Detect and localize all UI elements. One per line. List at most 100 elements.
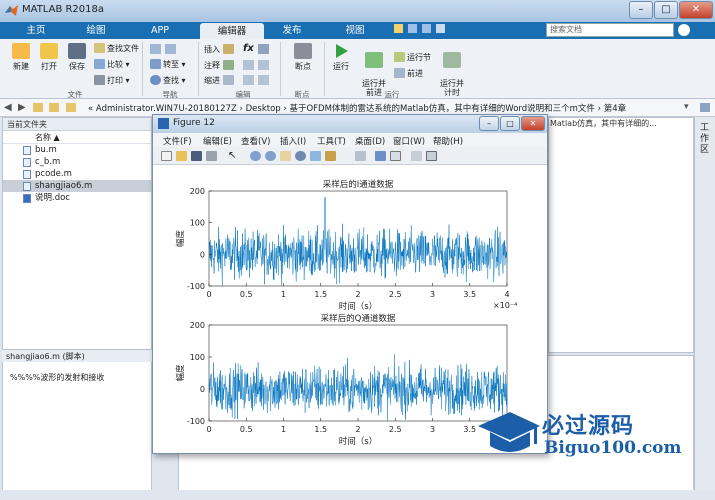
- hide-tools-icon[interactable]: [411, 151, 422, 161]
- m-file-icon: [23, 158, 31, 167]
- show-tools-icon[interactable]: [426, 151, 437, 161]
- new-button[interactable]: 新建: [8, 43, 34, 72]
- editor-tab-label[interactable]: Matlab仿真，其中有详细的...: [550, 118, 657, 129]
- save-figure-icon[interactable]: [191, 151, 202, 161]
- floppy-icon: [68, 43, 86, 59]
- y-tick-label: -100: [187, 282, 205, 291]
- figure-icon: [158, 118, 169, 129]
- tab-home[interactable]: 主页: [14, 22, 58, 39]
- smart-indent-icon[interactable]: [243, 75, 254, 85]
- indent-button[interactable]: 缩进: [204, 75, 236, 86]
- file-item[interactable]: pcode.m: [3, 168, 151, 180]
- browse-folder-icon[interactable]: [66, 103, 76, 112]
- watermark: 必过源码 Biguo100.com: [476, 404, 712, 464]
- up-folder-icon[interactable]: [49, 103, 59, 112]
- run-section-button[interactable]: 运行节: [394, 52, 431, 63]
- maximize-button[interactable]: □: [654, 1, 678, 19]
- comment-button[interactable]: 注释: [204, 60, 236, 71]
- quick-access-toolbar: [394, 24, 454, 37]
- cut-icon[interactable]: [407, 24, 417, 33]
- zoom-in-icon[interactable]: [250, 151, 261, 161]
- save-icon[interactable]: [394, 24, 403, 33]
- search-input[interactable]: 搜索文档: [546, 23, 674, 37]
- brush-icon[interactable]: [325, 151, 336, 161]
- tab-plots[interactable]: 绘图: [74, 22, 118, 39]
- word-doc-icon: [23, 194, 31, 203]
- figure-close-button[interactable]: ✕: [521, 116, 545, 131]
- current-path[interactable]: « Administrator.WIN7U-20180127Z › Deskto…: [88, 102, 626, 114]
- menu-view[interactable]: 查看(V): [241, 135, 270, 147]
- print-figure-icon[interactable]: [206, 151, 217, 161]
- find-button[interactable]: 查找 ▾: [150, 75, 186, 86]
- open-file-icon[interactable]: [176, 151, 187, 161]
- menu-help[interactable]: 帮助(H): [433, 135, 463, 147]
- title-bar: MATLAB R2018a – □ ✕: [0, 0, 715, 22]
- back-arrow-icon[interactable]: ◀: [4, 102, 12, 113]
- path-dropdown-icon[interactable]: ▾: [684, 102, 689, 112]
- x-tick-label: 2.5: [389, 425, 402, 434]
- help-icon[interactable]: [678, 24, 690, 36]
- group-divider: [280, 42, 281, 96]
- find-files-button[interactable]: 查找文件: [94, 43, 139, 54]
- forward-nav-icon[interactable]: [165, 44, 176, 54]
- run-and-time-button[interactable]: 运行并 计时: [436, 43, 468, 97]
- zoom-out-icon[interactable]: [265, 151, 276, 161]
- colorbar-icon[interactable]: [375, 151, 386, 161]
- code-tools-icon[interactable]: [258, 44, 269, 54]
- menu-edit[interactable]: 编辑(E): [203, 135, 232, 147]
- new-figure-icon[interactable]: [161, 151, 172, 161]
- legend-icon[interactable]: [390, 151, 401, 161]
- file-item[interactable]: bu.m: [3, 144, 151, 156]
- advance-button[interactable]: 前进: [394, 68, 423, 79]
- folder-icon[interactable]: [33, 103, 43, 112]
- name-column-header[interactable]: 名称 ▲: [3, 131, 151, 144]
- back-nav-icon[interactable]: [150, 44, 161, 54]
- figure-minimize-button[interactable]: –: [479, 116, 499, 131]
- tab-publish[interactable]: 发布: [270, 22, 314, 39]
- goto-button[interactable]: 转至 ▾: [150, 59, 186, 70]
- x-tick-label: 0.5: [240, 425, 253, 434]
- close-button[interactable]: ✕: [679, 1, 713, 19]
- wrap-icon[interactable]: [243, 60, 254, 70]
- figure-maximize-button[interactable]: □: [500, 116, 520, 131]
- menu-desktop[interactable]: 桌面(D): [355, 135, 385, 147]
- run-button[interactable]: 运行: [328, 43, 354, 72]
- file-item-selected[interactable]: shangjiao6.m: [3, 180, 151, 192]
- tab-apps[interactable]: APP: [138, 22, 182, 39]
- fx-button[interactable]: fx: [243, 43, 254, 54]
- insert-button[interactable]: 插入: [204, 44, 236, 55]
- search-folder-icon[interactable]: [700, 103, 710, 112]
- forward-arrow-icon[interactable]: ▶: [18, 102, 26, 113]
- pan-hand-icon[interactable]: [280, 151, 291, 161]
- tab-editor[interactable]: 编辑器: [200, 23, 264, 39]
- breakpoints-button[interactable]: 断点: [288, 43, 318, 72]
- x-tick-label: 4: [504, 290, 509, 299]
- link-plot-icon[interactable]: [355, 151, 366, 161]
- magnifier-icon: [150, 75, 161, 85]
- decrease-indent-icon[interactable]: [258, 75, 269, 85]
- y-tick-label: 0: [200, 250, 205, 259]
- minimize-button[interactable]: –: [629, 1, 653, 19]
- unwrap-icon[interactable]: [258, 60, 269, 70]
- copy-icon[interactable]: [421, 24, 431, 33]
- menu-tools[interactable]: 工具(T): [317, 135, 346, 147]
- menu-insert[interactable]: 插入(I): [280, 135, 306, 147]
- undo-icon[interactable]: [435, 24, 445, 33]
- menu-window[interactable]: 窗口(W): [393, 135, 425, 147]
- rotate-3d-icon[interactable]: [295, 151, 306, 161]
- open-button[interactable]: 打开: [36, 43, 62, 72]
- file-item[interactable]: 说明.doc: [3, 192, 151, 204]
- tab-view[interactable]: 视图: [333, 22, 377, 39]
- data-cursor-icon[interactable]: [310, 151, 321, 161]
- editor-panel: [548, 117, 694, 353]
- watermark-text: 必过源码: [542, 414, 635, 439]
- menu-file[interactable]: 文件(F): [163, 135, 192, 147]
- pointer-icon[interactable]: ↖: [228, 151, 239, 161]
- y-tick-label: 100: [190, 219, 205, 228]
- save-file-button[interactable]: 保存: [64, 43, 90, 72]
- x-axis-exponent: ×10⁻⁴: [493, 301, 517, 310]
- goto-icon: [150, 59, 161, 69]
- print-button[interactable]: 打印 ▾: [94, 75, 130, 86]
- file-item[interactable]: c_b.m: [3, 156, 151, 168]
- compare-button[interactable]: 比较 ▾: [94, 59, 130, 70]
